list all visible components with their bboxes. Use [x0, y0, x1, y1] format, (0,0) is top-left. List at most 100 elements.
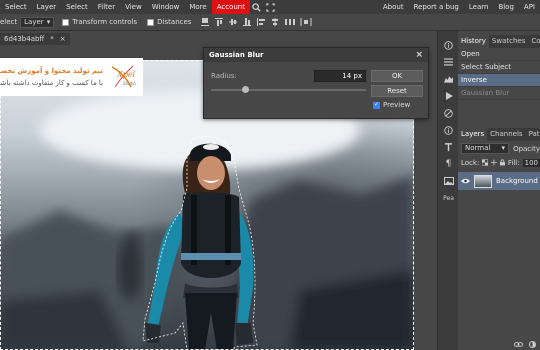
layer-name: Background [496, 177, 538, 185]
tab-layers[interactable]: Layers [458, 128, 488, 141]
document-tab-title: 6d43b4abff [4, 35, 45, 43]
opacity-label: Opacity [513, 144, 540, 153]
align-top-icon[interactable] [214, 17, 224, 27]
menu-account[interactable]: Account [211, 0, 250, 14]
paragraph-icon[interactable]: ¶ [438, 156, 459, 172]
side-toolbar: ¶ Pea [437, 31, 458, 350]
document-tab[interactable]: 6d43b4abff * × [0, 33, 70, 45]
menu-about[interactable]: About [378, 0, 409, 14]
svg-text:Xpel: Xpel [116, 70, 136, 79]
align-bottom-edge-icon[interactable] [242, 17, 252, 27]
lock-icon[interactable] [499, 159, 505, 166]
checkbox-box[interactable] [62, 18, 70, 26]
checkbox-box[interactable] [147, 18, 155, 26]
radius-input[interactable]: 14 px [314, 70, 366, 82]
document-tab-strip: 6d43b4abff * × [0, 31, 437, 45]
distribute-horizontal-icon[interactable] [300, 17, 312, 27]
history-panel-tabs: History Swatches Colo [458, 35, 540, 48]
type-icon[interactable] [438, 139, 459, 155]
radius-slider-track[interactable] [211, 89, 366, 91]
logo-line1: تیم تولید محتوا و آموزش تخصصی [0, 67, 103, 75]
modified-marker: * [50, 35, 54, 43]
pea-tool[interactable]: Pea [438, 190, 459, 206]
layers-panel-tabs: Layers Channels Path [458, 128, 540, 141]
menu-layer[interactable]: Layer [32, 0, 62, 14]
menu-learn[interactable]: Learn [464, 0, 494, 14]
info-icon[interactable] [438, 37, 459, 53]
menu-blog[interactable]: Blog [493, 0, 518, 14]
distribute-icon[interactable] [284, 17, 296, 27]
distances-label: Distances [157, 18, 192, 26]
history-item-undone[interactable]: Gaussian Blur [458, 87, 540, 100]
menu-view[interactable]: View [120, 0, 147, 14]
histogram-icon[interactable] [438, 71, 459, 87]
radius-slider-handle[interactable] [241, 86, 249, 93]
menu-bar: Select Layer Select Filter View Window M… [0, 0, 540, 14]
play-icon[interactable] [438, 88, 459, 104]
align-middle-icon[interactable] [228, 17, 238, 27]
search-icon[interactable] [250, 0, 264, 14]
tab-color[interactable]: Colo [528, 35, 540, 48]
layers-footer [458, 338, 540, 350]
chevron-down-icon: ▾ [501, 144, 506, 152]
info-circle-icon[interactable] [438, 122, 459, 138]
menu-api[interactable]: API [519, 0, 540, 14]
preview-label: Preview [383, 101, 411, 109]
pea-label: Pea [443, 194, 454, 202]
distances-checkbox[interactable]: Distances [147, 18, 191, 26]
menu-window[interactable]: Window [147, 0, 185, 14]
list-icon[interactable] [438, 54, 459, 70]
history-panel: History Swatches Colo Open Select Subjec… [458, 35, 540, 125]
dialog-titlebar[interactable]: Gaussian Blur × [204, 48, 428, 62]
image-icon[interactable] [438, 173, 459, 189]
blend-mode-value: Normal [465, 144, 491, 152]
history-item[interactable]: Select Subject [458, 61, 540, 74]
menu-select-tool[interactable]: Select [0, 0, 32, 14]
dialog-title: Gaussian Blur [209, 51, 264, 59]
menu-report-bug[interactable]: Report a bug [409, 0, 464, 14]
tab-history[interactable]: History [458, 35, 489, 48]
menu-select[interactable]: Select [61, 0, 93, 14]
fullscreen-icon[interactable] [264, 0, 278, 14]
fill-value[interactable]: 100 [522, 158, 540, 167]
preview-checkbox[interactable]: ✓ Preview [373, 101, 410, 109]
close-icon[interactable]: × [415, 50, 423, 60]
watermark-logo: تیم تولید محتوا و آموزش تخصصی با ما کسب … [0, 58, 143, 96]
tab-channels[interactable]: Channels [487, 128, 525, 141]
reset-button[interactable]: Reset [371, 85, 423, 97]
lock-transparency-icon[interactable] [482, 159, 489, 166]
fill-label: Fill: [507, 158, 520, 167]
lock-row: Lock: Fill: 100 [458, 156, 540, 169]
menu-filter[interactable]: Filter [93, 0, 120, 14]
tool-label: elect [0, 18, 18, 26]
tab-paths[interactable]: Path [526, 128, 540, 141]
align-bottom-icon[interactable] [200, 17, 210, 27]
align-tools [200, 17, 312, 27]
chevron-down-icon: ▾ [46, 17, 51, 26]
link-icon[interactable] [514, 341, 523, 347]
lock-label: Lock: [461, 158, 480, 167]
transform-controls-checkbox[interactable]: Transform controls [62, 18, 137, 26]
subject-person [142, 136, 258, 350]
menu-more[interactable]: More [184, 0, 211, 14]
no-entry-icon[interactable] [438, 105, 459, 121]
history-item-active[interactable]: Inverse [458, 74, 540, 87]
logo-line2: با ما کسب و کار متفاوت داشته باشید [0, 79, 103, 87]
options-bar: elect Layer ▾ Transform controls Distanc… [0, 14, 540, 31]
layer-select[interactable]: Layer ▾ [20, 16, 55, 28]
layers-panel: Layers Channels Path Normal ▾ Opacity Lo… [458, 128, 540, 350]
blend-mode-select[interactable]: Normal ▾ [461, 143, 510, 154]
history-item[interactable]: Open [458, 48, 540, 61]
lock-position-icon[interactable] [491, 159, 497, 166]
logo-mark: Xpel Studio [111, 65, 136, 88]
svg-text:Studio: Studio [123, 81, 136, 86]
layer-row-background[interactable]: Background [458, 172, 540, 190]
ok-button[interactable]: OK [371, 70, 423, 82]
tab-swatches[interactable]: Swatches [489, 35, 528, 48]
eye-icon[interactable] [461, 178, 470, 184]
align-left-icon[interactable] [256, 17, 266, 27]
adjustment-icon[interactable] [529, 340, 536, 348]
align-center-icon[interactable] [270, 17, 280, 27]
check-icon[interactable]: ✓ [373, 101, 380, 109]
close-tab-icon[interactable]: × [60, 35, 66, 43]
